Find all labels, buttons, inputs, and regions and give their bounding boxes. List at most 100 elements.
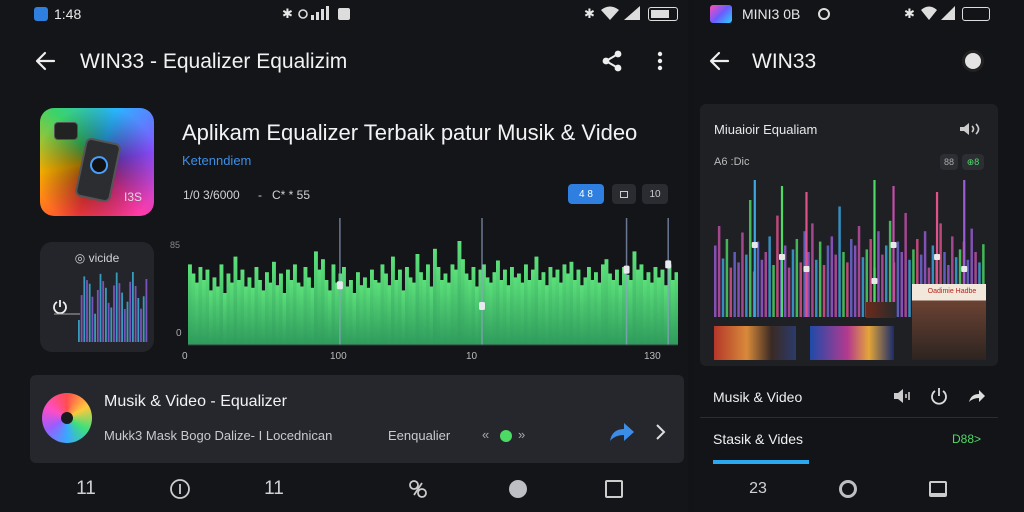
wifi-icon [920, 6, 938, 20]
slider-thumb [665, 260, 672, 269]
eq-bar [202, 280, 206, 345]
eq-bar [853, 245, 857, 317]
video-thumbnail[interactable] [810, 326, 894, 360]
mini-bar [129, 281, 132, 342]
mini-bar [115, 272, 118, 342]
eq-bar [545, 285, 549, 345]
eq-bar [510, 267, 514, 345]
now-playing-subtitle: Mukk3 Mask Bogo Dalize- I Locednican [104, 428, 333, 443]
y-axis-zero-label: 0 [176, 328, 182, 339]
eq-bar [787, 267, 791, 317]
page-title: WIN33 - Equalizer Equalizim [80, 50, 348, 73]
status-bar: MINI3 0B ✱ [694, 0, 1024, 28]
mini-bar [113, 285, 115, 342]
eq-bar [422, 280, 427, 345]
back-arrow-icon[interactable] [34, 50, 56, 72]
eq-bar [573, 280, 577, 345]
eq-bar [394, 280, 399, 345]
nav-text-button[interactable]: 23 [746, 476, 770, 502]
eq-bar [415, 254, 420, 345]
play-indicator-icon[interactable] [500, 430, 512, 442]
mini-bar [110, 307, 113, 342]
eq-bar [818, 241, 822, 317]
list-item[interactable]: Stasik & Vides D88> [700, 418, 998, 464]
slider-thumb [934, 254, 941, 260]
eq-bar [725, 239, 729, 317]
eq-card-chip[interactable]: 88 [940, 154, 958, 170]
progress-bar [713, 460, 809, 464]
video-poster[interactable]: Oadimie Hadbe [912, 284, 986, 360]
eq-bar [764, 252, 767, 317]
eq-bar [464, 273, 469, 345]
now-playing-card[interactable]: Musik & Video - Equalizer Mukk3 Mask Bog… [30, 375, 684, 463]
eq-bar [608, 273, 612, 345]
mini-bar [126, 301, 129, 342]
hero-title: Aplikam Equalizer Terbaik patur Musik & … [182, 120, 638, 145]
home-circle-icon[interactable] [836, 476, 860, 502]
eq-bar [506, 285, 511, 345]
eq-bar [286, 269, 290, 345]
eq-bar [520, 282, 525, 345]
mini-bar [142, 296, 145, 342]
eq-card-chip-active[interactable]: ⊕8 [962, 154, 984, 170]
volume-icon[interactable] [958, 122, 984, 136]
list-item[interactable]: Musik & Video [700, 376, 998, 418]
eq-bar [615, 269, 619, 345]
eq-bar [756, 241, 760, 317]
eq-bar [611, 280, 616, 345]
slider-thumb [871, 278, 878, 284]
hero-subtitle[interactable]: Ketenndiem [182, 153, 251, 168]
bluetooth-icon: ✱ [282, 6, 293, 21]
nav-bar: 11 11 [0, 466, 688, 512]
eq-bar [714, 245, 717, 317]
share-icon[interactable] [600, 49, 624, 73]
mini-bar [137, 298, 140, 342]
eq-bar [230, 282, 234, 345]
eq-bar [366, 287, 371, 345]
chevron-right-icon[interactable] [654, 423, 666, 441]
recents-square-icon[interactable] [602, 476, 626, 502]
avatar[interactable] [962, 50, 984, 72]
eq-bar [289, 280, 294, 345]
eq-bar [328, 290, 332, 345]
info-circle-icon[interactable] [168, 476, 192, 502]
eq-bar [303, 267, 308, 345]
mini-bar [83, 276, 86, 342]
next-chevron-icon[interactable]: » [518, 427, 525, 442]
mute-speaker-icon[interactable] [892, 388, 912, 404]
eq-bar [741, 232, 744, 317]
eq-bar [300, 286, 304, 345]
eq-bar [272, 261, 276, 345]
back-arrow-icon[interactable] [708, 50, 730, 72]
eq-bar [384, 273, 388, 345]
bluetooth-icon: ✱ [584, 6, 595, 21]
eq-bar [548, 267, 553, 345]
mini-visualizer-card[interactable]: ◎ vicide [40, 242, 154, 352]
forward-share-icon[interactable] [608, 421, 636, 443]
eq-bar [212, 277, 217, 345]
eq-bar [674, 272, 678, 345]
eq-bar [552, 277, 556, 345]
eq-bar [380, 264, 385, 345]
share-arrow-icon[interactable] [968, 389, 986, 403]
more-options-icon[interactable] [650, 49, 670, 73]
eq-bar [349, 280, 353, 345]
nav-text-button[interactable]: 11 [262, 476, 286, 502]
eq-bar [209, 290, 213, 345]
prev-chevron-icon[interactable]: « [482, 427, 489, 442]
power-icon[interactable] [930, 387, 948, 405]
mini-bar [96, 290, 99, 342]
mini-bar [123, 309, 126, 342]
eq-bar [317, 269, 322, 345]
eq-bar [240, 269, 245, 345]
video-thumbnail[interactable] [866, 302, 896, 318]
eq-bar [657, 277, 661, 345]
nav-text-button[interactable]: 11 [74, 476, 98, 502]
x-axis-tick: 130 [644, 351, 661, 362]
home-circle-icon[interactable] [506, 476, 530, 502]
recents-square-icon[interactable] [926, 476, 950, 502]
eq-bar [524, 264, 528, 345]
video-thumbnail[interactable] [714, 326, 796, 360]
equalizer-graph[interactable] [188, 200, 678, 370]
link-icon[interactable] [406, 476, 430, 502]
